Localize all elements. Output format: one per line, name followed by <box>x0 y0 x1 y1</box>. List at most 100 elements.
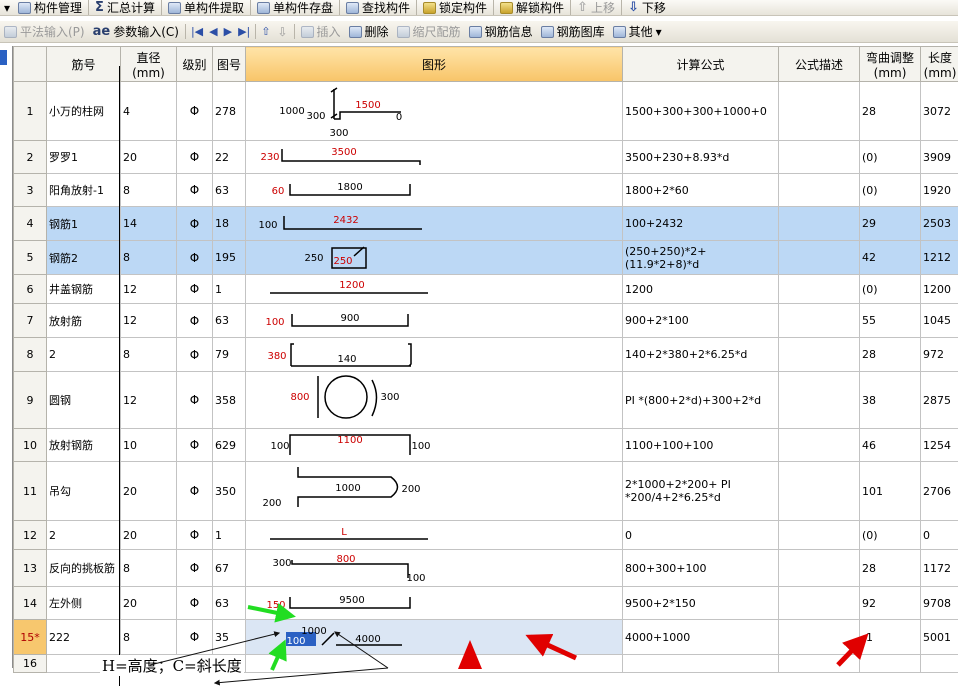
length-cell[interactable]: 1045 <box>920 303 958 338</box>
bend-adjust-cell[interactable]: (0) <box>859 140 922 174</box>
rebar-name-cell[interactable]: 吊勾 <box>46 461 121 521</box>
rebar-name-cell[interactable]: 小万的柱网 <box>46 81 121 141</box>
length-cell[interactable] <box>920 654 958 673</box>
length-cell[interactable]: 2503 <box>920 206 958 241</box>
shape-cell[interactable]: 100 2432 <box>244 206 624 241</box>
toolbar-item-save-disk[interactable]: 单构件存盘 <box>253 1 337 15</box>
grade-cell[interactable]: Φ <box>176 337 213 372</box>
formula-cell[interactable]: 0 <box>622 520 780 550</box>
rebar-library-button[interactable]: 钢筋图库 <box>537 25 609 39</box>
length-cell[interactable]: 1212 <box>920 240 958 275</box>
formula-cell[interactable] <box>622 654 780 673</box>
figure-number-cell[interactable]: 1 <box>212 520 246 550</box>
rebar-name-cell[interactable]: 2 <box>46 520 121 550</box>
rebar-name-cell[interactable]: 圆钢 <box>46 371 121 429</box>
row-number[interactable]: 4 <box>13 206 47 241</box>
move-down-small-button[interactable]: ⇩ <box>273 25 291 39</box>
diameter-cell[interactable]: 4 <box>120 81 177 141</box>
row-number[interactable]: 11 <box>13 461 47 521</box>
table-row[interactable]: 13反向的挑板筋8Φ67300800100800+300+1002811729 <box>13 549 958 587</box>
formula-cell[interactable]: 100+2432 <box>622 206 780 241</box>
description-cell[interactable] <box>778 461 861 521</box>
shape-cell[interactable]: 100 1100 100 <box>244 428 624 462</box>
row-number[interactable]: 6 <box>13 274 47 304</box>
bend-adjust-cell[interactable]: (0) <box>859 520 922 550</box>
diameter-cell[interactable]: 20 <box>120 140 177 174</box>
figure-number-cell[interactable]: 358 <box>212 371 246 429</box>
row-number[interactable]: 10 <box>13 428 47 462</box>
table-row[interactable]: 1 小万的柱网 4 Φ 278 1000 300 1500 0 300 1500+300+300+1… <box>13 81 958 141</box>
length-cell[interactable]: 2875 <box>920 371 958 429</box>
figure-number-cell[interactable]: 63 <box>212 303 246 338</box>
description-cell[interactable] <box>778 303 861 338</box>
figure-number-cell[interactable]: 18 <box>212 206 246 241</box>
rebar-name-cell[interactable]: 2 <box>46 337 121 372</box>
table-row[interactable]: 3阳角放射-18Φ636018001800+2*60(0)19207 <box>13 173 958 207</box>
table-row[interactable]: 7放射筋12Φ63100900900+2*1005510455 <box>13 303 958 338</box>
bend-adjust-cell[interactable]: 92 <box>859 586 922 620</box>
length-cell[interactable]: 1172 <box>920 549 958 587</box>
row-number[interactable]: 7 <box>13 303 47 338</box>
shape-cell[interactable]: 300 800 100 <box>244 549 624 587</box>
row-number[interactable]: 14 <box>13 586 47 620</box>
formula-cell[interactable]: 1200 <box>622 274 780 304</box>
grade-cell[interactable]: Φ <box>176 619 213 655</box>
shape-cell[interactable]: 250 250 <box>244 240 624 275</box>
shape-cell[interactable]: 100 900 <box>244 303 624 338</box>
param-input-button[interactable]: ae 参数输入(C) <box>89 24 183 39</box>
rebar-name-cell[interactable]: 反向的挑板筋 <box>46 549 121 587</box>
flat-input-button[interactable]: 平法输入(P) <box>0 25 89 39</box>
description-cell[interactable] <box>778 337 861 372</box>
diameter-cell[interactable]: 12 <box>120 371 177 429</box>
grade-cell[interactable]: Φ <box>176 586 213 620</box>
rebar-name-cell[interactable]: 钢筋2 <box>46 240 121 275</box>
table-row[interactable]: 9 圆钢 12 Φ 358 800 300 PI *(800+2*d)+300+2*d 38 28… <box>13 371 958 429</box>
length-cell[interactable]: 1254 <box>920 428 958 462</box>
diameter-cell[interactable]: 8 <box>120 337 177 372</box>
description-cell[interactable] <box>778 274 861 304</box>
figure-number-cell[interactable]: 1 <box>212 274 246 304</box>
rebar-name-cell[interactable]: 罗罗1 <box>46 140 121 174</box>
row-number[interactable]: 2 <box>13 140 47 174</box>
rebar-name-cell[interactable]: 阳角放射-1 <box>46 173 121 207</box>
first-record-button[interactable]: |◀ <box>188 25 206 39</box>
figure-number-cell[interactable]: 35 <box>212 619 246 655</box>
next-record-button[interactable]: ▶ <box>221 25 235 39</box>
description-cell[interactable] <box>778 619 861 655</box>
toolbar-item-down-arrow[interactable]: ⇩ 下移 <box>624 0 670 15</box>
figure-number-cell[interactable]: 67 <box>212 549 246 587</box>
prev-record-button[interactable]: ◀ <box>206 25 220 39</box>
column-header[interactable]: 公式描述 <box>778 46 861 82</box>
length-cell[interactable]: 3909 <box>920 140 958 174</box>
bend-adjust-cell[interactable]: -1 <box>859 619 922 655</box>
toolbar-item-up-arrow[interactable]: ⇧ 上移 <box>573 0 619 15</box>
shape-cell[interactable]: 800 300 <box>244 371 624 429</box>
figure-number-cell[interactable]: 629 <box>212 428 246 462</box>
table-row[interactable]: 4钢筋114Φ181002432100+24322925034 <box>13 206 958 241</box>
insert-button[interactable]: 插入 <box>297 25 345 39</box>
row-number[interactable]: 16 <box>13 654 47 673</box>
bend-adjust-cell[interactable] <box>859 654 922 673</box>
column-header[interactable]: 直径(mm) <box>120 46 177 82</box>
delete-button[interactable]: 删除 <box>345 25 393 39</box>
figure-number-cell[interactable]: 63 <box>212 173 246 207</box>
diameter-cell[interactable]: 8 <box>120 549 177 587</box>
shape-cell[interactable]: 230 3500 <box>244 140 624 174</box>
column-header[interactable]: 筋号 <box>46 46 121 82</box>
length-cell[interactable]: 3072 <box>920 81 958 141</box>
shape-cell[interactable] <box>244 654 624 673</box>
rebar-name-cell[interactable]: 放射钢筋 <box>46 428 121 462</box>
figure-number-cell[interactable]: 63 <box>212 586 246 620</box>
table-row[interactable]: 6井盖钢筋12Φ112001200(0)12001 <box>13 274 958 304</box>
toolbar-item-extract[interactable]: 单构件提取 <box>164 1 248 15</box>
table-row[interactable]: 10 放射钢筋 10 Φ 629 100 1100 100 1100+100+100 46 1254… <box>13 428 958 462</box>
length-cell[interactable]: 972 <box>920 337 958 372</box>
description-cell[interactable] <box>778 81 861 141</box>
shape-cell[interactable]: 1000 300 1500 0 300 <box>244 81 624 141</box>
bend-adjust-cell[interactable]: 38 <box>859 371 922 429</box>
shape-cell[interactable]: 1000 200 200 <box>244 461 624 521</box>
grade-cell[interactable]: Φ <box>176 81 213 141</box>
description-cell[interactable] <box>778 206 861 241</box>
grade-cell[interactable]: Φ <box>176 240 213 275</box>
row-number[interactable]: 3 <box>13 173 47 207</box>
